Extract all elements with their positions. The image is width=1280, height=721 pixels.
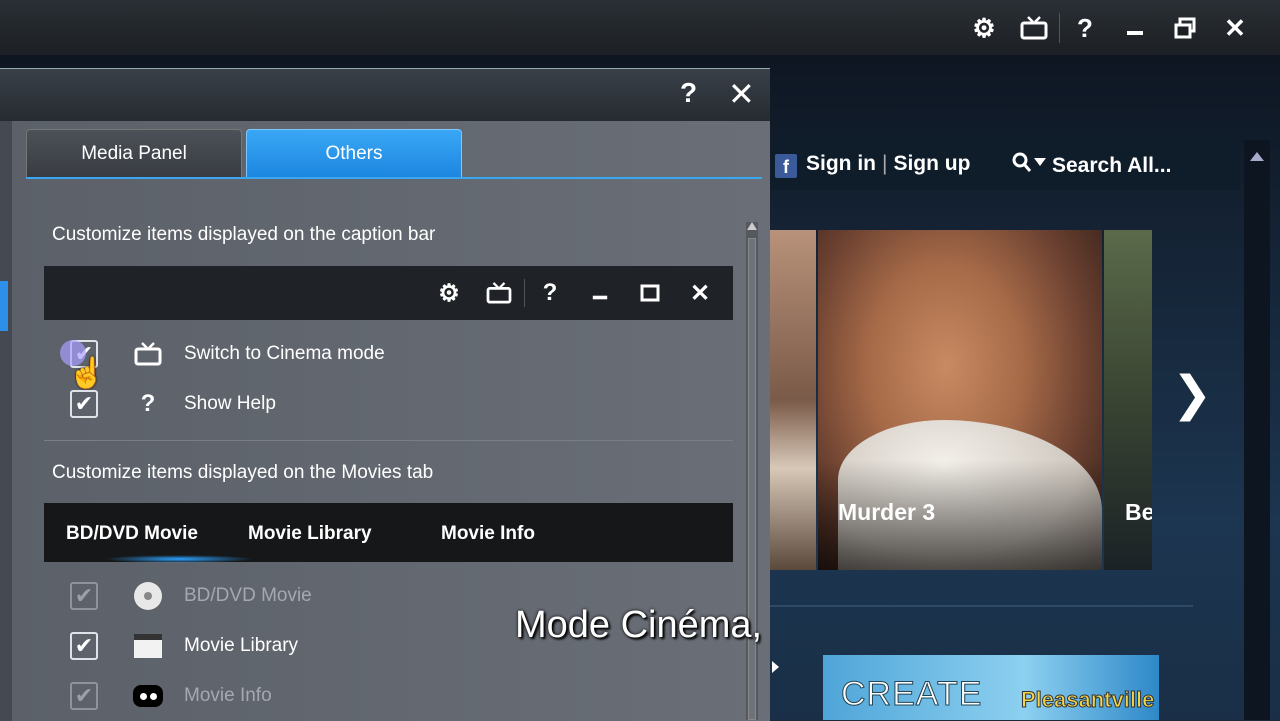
tab-movie-library[interactable]: Movie Library: [248, 523, 372, 545]
sign-in-link[interactable]: Sign in: [806, 152, 876, 175]
cinema-tv-icon: [474, 274, 524, 312]
maximize-icon: [625, 274, 675, 312]
help-icon: ?: [542, 279, 558, 306]
search-icon[interactable]: [1012, 152, 1046, 180]
option-movie-library[interactable]: ✔ Movie Library: [70, 628, 298, 664]
help-icon: ?: [140, 390, 156, 417]
promo-banner[interactable]: CREATE Pleasantville: [823, 655, 1159, 720]
movie-title: Murder 3: [838, 499, 936, 525]
cinema-tv-icon: [128, 342, 168, 366]
main-scrollbar[interactable]: [1244, 140, 1270, 720]
option-label: BD/DVD Movie: [184, 585, 312, 606]
option-show-help[interactable]: ✔ ? Show Help: [70, 386, 276, 422]
tab-media-panel[interactable]: Media Panel: [26, 129, 242, 179]
gear-icon[interactable]: ⚙: [959, 8, 1009, 48]
minimize-icon: [575, 274, 625, 312]
search-placeholder[interactable]: Search All...: [1052, 154, 1171, 178]
option-bd-dvd-movie: ✔ BD/DVD Movie: [70, 578, 312, 614]
gear-icon: ⚙: [438, 279, 460, 307]
help-icon[interactable]: ?: [680, 77, 697, 109]
promo-text: CREATE: [840, 675, 983, 714]
movies-section-label: Customize items displayed on the Movies …: [52, 462, 434, 483]
search-box[interactable]: Search All...: [1012, 152, 1171, 180]
movie-info-checkbox: ✔: [70, 682, 98, 710]
option-label: Movie Library: [184, 635, 299, 656]
scroll-up-arrow-icon[interactable]: [747, 222, 757, 230]
close-icon: ✕: [689, 279, 711, 307]
movie-library-checkbox[interactable]: ✔: [70, 632, 98, 660]
auth-divider: |: [882, 152, 888, 175]
show-help-checkbox[interactable]: ✔: [70, 390, 98, 418]
option-cinema-mode[interactable]: ✔ Switch to Cinema mode: [70, 336, 385, 372]
movie-poster[interactable]: Murder 3: [818, 230, 1102, 570]
movie-poster[interactable]: Be: [1104, 230, 1152, 570]
dialog-tabs: Media Panel Others: [26, 129, 466, 179]
bd-dvd-checkbox: ✔: [70, 582, 98, 610]
dialog-title-bar: ? ✕: [0, 69, 770, 121]
video-subtitle: Mode Cinéma,: [515, 604, 763, 646]
option-label: Movie Info: [184, 685, 272, 706]
restore-icon[interactable]: [1160, 8, 1210, 48]
section-divider: [770, 605, 1193, 607]
help-icon[interactable]: ?: [1060, 8, 1110, 48]
close-icon[interactable]: ✕: [1210, 8, 1260, 48]
movie-poster[interactable]: [770, 230, 816, 570]
tab-movie-info[interactable]: Movie Info: [441, 523, 535, 545]
minimize-icon[interactable]: [1110, 8, 1160, 48]
movies-tab-preview: BD/DVD Movie Movie Library Movie Info: [44, 503, 733, 563]
option-label: Switch to Cinema mode: [184, 343, 385, 364]
tab-others[interactable]: Others: [246, 129, 462, 179]
caption-bar-preview: ⚙ ? ✕: [44, 266, 733, 320]
caption-section-label: Customize items displayed on the caption…: [52, 224, 436, 245]
tab-underline: [26, 177, 762, 179]
clapperboard-icon: [128, 634, 168, 658]
facebook-icon[interactable]: f: [775, 154, 797, 178]
option-label: Show Help: [184, 393, 276, 414]
movie-title: Be: [1125, 499, 1152, 525]
scroll-up-arrow-icon[interactable]: [1250, 152, 1264, 161]
active-tab-glow: [104, 555, 254, 563]
tab-bd-dvd-movie[interactable]: BD/DVD Movie: [66, 523, 198, 545]
sidebar-active-indicator: [0, 281, 8, 331]
cinema-tv-icon[interactable]: [1009, 8, 1059, 48]
play-arrow-icon[interactable]: [772, 661, 779, 673]
dialog-sidebar: [0, 121, 12, 721]
option-movie-info: ✔ Movie Info: [70, 678, 272, 714]
scrollbar-thumb[interactable]: [748, 238, 756, 720]
chevron-right-icon[interactable]: ❯: [1172, 366, 1212, 422]
app-caption-bar: ⚙ ? ✕: [0, 0, 1280, 55]
close-icon[interactable]: ✕: [728, 75, 755, 113]
sign-up-link[interactable]: Sign up: [893, 152, 970, 175]
auth-links: Sign in | Sign up: [806, 152, 970, 176]
section-divider: [44, 440, 733, 441]
promo-title: Pleasantville: [1020, 687, 1155, 713]
info-glasses-icon: [128, 685, 168, 707]
disc-icon: [128, 582, 168, 610]
